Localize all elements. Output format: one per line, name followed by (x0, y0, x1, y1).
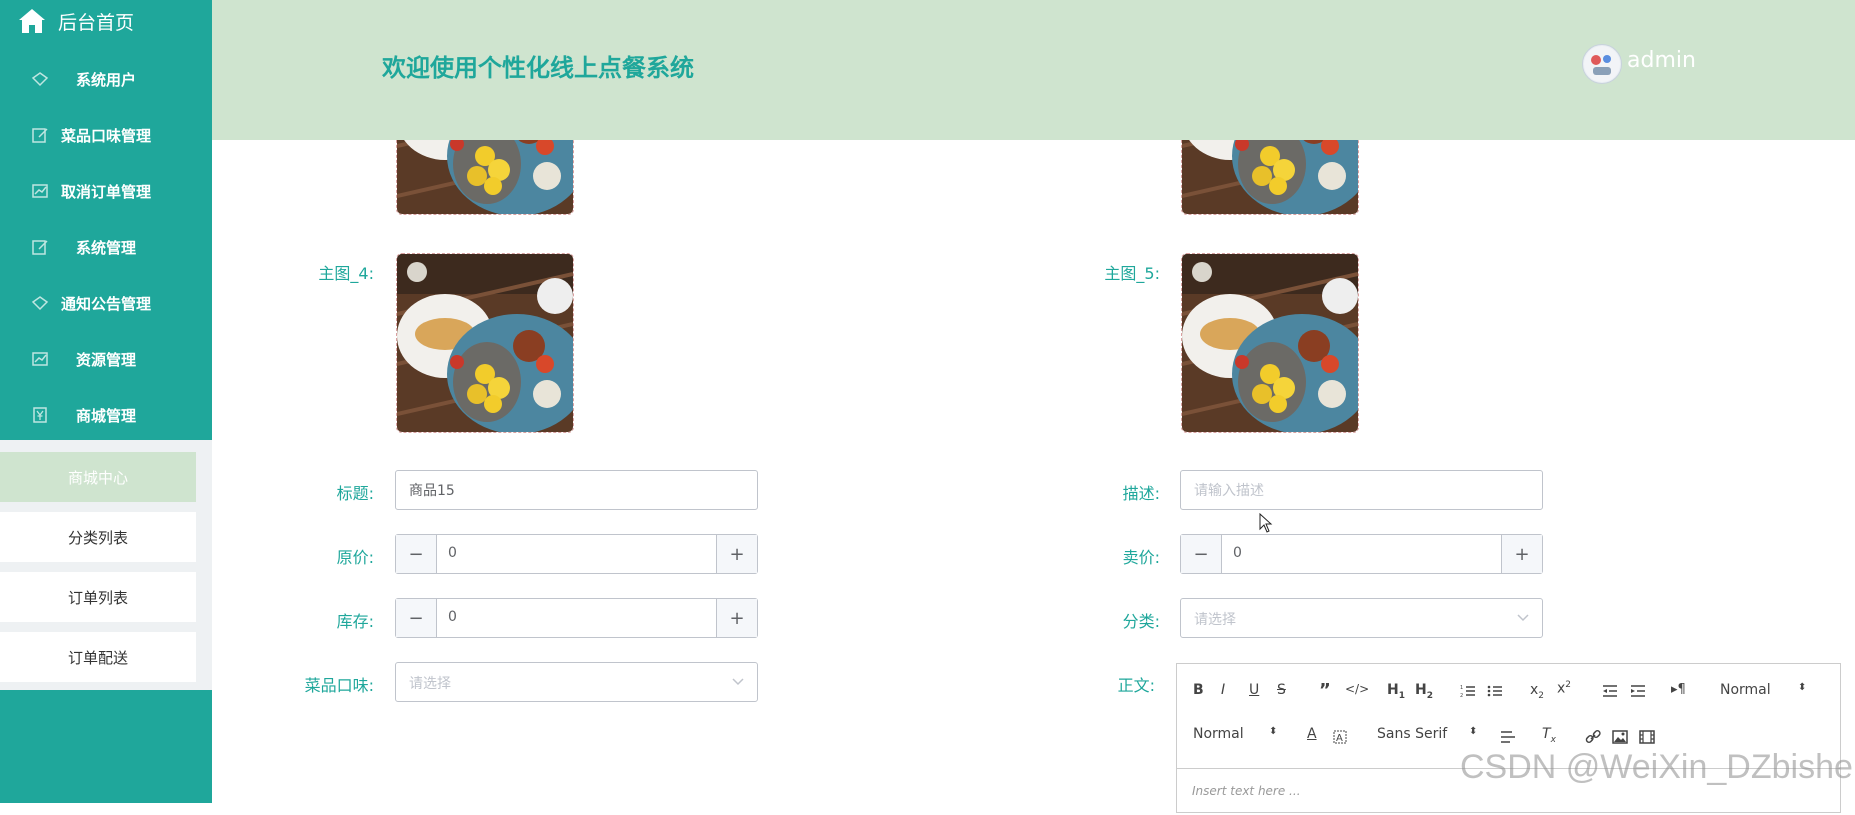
underline-button[interactable]: U (1249, 682, 1259, 698)
sale-price-label: 卖价: (1122, 548, 1160, 567)
video-icon[interactable] (1639, 730, 1655, 744)
watermark: CSDN @WeiXin_DZbishe (1460, 748, 1853, 786)
bullet-list-icon[interactable] (1487, 684, 1503, 698)
decrement-button[interactable]: − (1181, 535, 1222, 573)
increment-button[interactable]: + (716, 535, 757, 573)
user-avatar-icon (1584, 46, 1620, 82)
link-icon[interactable] (1585, 730, 1601, 744)
increment-button[interactable]: + (716, 599, 757, 637)
svg-text:2: 2 (1460, 693, 1463, 698)
sidebar-item-label: 通知公告管理 (60, 294, 151, 313)
editor-placeholder: Insert text here ... (1192, 784, 1301, 798)
sidebar-item-mall-management[interactable]: 商城管理 (0, 387, 212, 443)
clear-format-button[interactable]: Tx (1542, 726, 1556, 745)
avatar[interactable] (1582, 44, 1622, 84)
font-select-value: Sans Serif (1377, 726, 1448, 742)
sidebar-home-link[interactable]: 后台首页 (0, 0, 212, 42)
sidebar-item-label: 菜品口味管理 (60, 126, 151, 145)
sidebar-item-label: 系统管理 (75, 238, 136, 257)
main-image-4-label: 主图_4: (318, 264, 374, 283)
mouse-cursor-icon (1259, 513, 1273, 533)
category-placeholder: 请选择 (1194, 612, 1236, 628)
header-select-value: Normal (1720, 682, 1771, 698)
h2-button[interactable]: H2 (1415, 682, 1433, 701)
flavor-select[interactable]: 请选择 (395, 662, 758, 702)
content-label: 正文: (1117, 676, 1155, 695)
image-icon[interactable] (1612, 730, 1628, 744)
font-select[interactable]: Sans Serif ⬍ (1377, 726, 1477, 742)
main-image-5-label: 主图_5: (1104, 264, 1160, 283)
system-title: 欢迎使用个性化线上点餐系统 (382, 54, 694, 82)
sale-price-value: 0 (1233, 545, 1242, 561)
sidebar-item-resources[interactable]: 资源管理 (0, 331, 212, 387)
food-photo (1182, 254, 1358, 432)
description-input[interactable]: 请输入描述 (1180, 470, 1543, 510)
chevron-down-icon (732, 678, 744, 686)
submenu-item-mall-center[interactable]: 商城中心 (0, 452, 196, 502)
top-header: 欢迎使用个性化线上点餐系统 admin (212, 0, 1855, 140)
chevron-down-icon (1517, 614, 1529, 622)
size-select[interactable]: Normal ⬍ (1193, 726, 1277, 742)
sidebar-item-label: 资源管理 (75, 350, 136, 369)
background-color-icon[interactable]: A (1333, 730, 1347, 744)
flavor-placeholder: 请选择 (409, 676, 451, 692)
decrement-button[interactable]: − (396, 535, 437, 573)
text-direction-button[interactable]: ▸¶ (1671, 682, 1686, 697)
blockquote-button[interactable]: ” (1319, 680, 1331, 701)
sidebar-item-label: 系统用户 (75, 70, 136, 89)
sidebar-item-flavor-management[interactable]: 菜品口味管理 (0, 107, 212, 163)
align-icon[interactable] (1500, 730, 1516, 744)
original-price-value: 0 (448, 545, 457, 561)
rich-text-editor[interactable]: B I U S ” </> H1 H2 12 x2 x2 ▸¶ Normal ⬍ … (1176, 663, 1841, 813)
font-color-button[interactable]: A (1307, 726, 1317, 742)
submenu-item-order-list[interactable]: 订单列表 (0, 572, 196, 622)
subscript-button[interactable]: x2 (1530, 682, 1544, 701)
italic-button[interactable]: I (1221, 682, 1225, 698)
title-input[interactable]: 商品15 (395, 470, 758, 510)
food-photo (397, 254, 573, 432)
ordered-list-icon[interactable]: 12 (1460, 684, 1476, 698)
original-price-stepper[interactable]: − 0 + (395, 534, 758, 574)
code-block-button[interactable]: </> (1345, 682, 1369, 696)
home-icon (19, 9, 45, 33)
sidebar: 后台首页 系统用户 菜品口味管理 取消订单管理 系统管理 通知公告管理 资源管理… (0, 0, 212, 803)
sidebar-item-label: 取消订单管理 (60, 182, 151, 201)
stock-value: 0 (448, 609, 457, 625)
username[interactable]: admin (1627, 48, 1696, 73)
sidebar-item-system-users[interactable]: 系统用户 (0, 51, 212, 107)
indent-icon[interactable] (1630, 684, 1646, 698)
bold-button[interactable]: B (1193, 682, 1204, 698)
description-label: 描述: (1122, 484, 1160, 503)
superscript-button[interactable]: x2 (1557, 680, 1571, 697)
outdent-icon[interactable] (1602, 684, 1618, 698)
sidebar-submenu: 商城中心 分类列表 订单列表 订单配送 (0, 440, 212, 690)
category-select[interactable]: 请选择 (1180, 598, 1543, 638)
stock-stepper[interactable]: − 0 + (395, 598, 758, 638)
increment-button[interactable]: + (1501, 535, 1542, 573)
main-image-4-thumbnail[interactable] (396, 253, 574, 433)
sidebar-item-announcements[interactable]: 通知公告管理 (0, 275, 212, 331)
sale-price-stepper[interactable]: − 0 + (1180, 534, 1543, 574)
stock-label: 库存: (336, 612, 374, 631)
title-label: 标题: (336, 484, 374, 503)
size-select-value: Normal (1193, 726, 1244, 742)
sidebar-item-system-management[interactable]: 系统管理 (0, 219, 212, 275)
category-label: 分类: (1122, 612, 1160, 631)
svg-text:A: A (1336, 733, 1343, 744)
sidebar-home-label: 后台首页 (58, 11, 135, 34)
submenu-item-order-delivery[interactable]: 订单配送 (0, 632, 196, 682)
main-image-5-thumbnail[interactable] (1181, 253, 1359, 433)
sidebar-item-label: 商城管理 (75, 406, 136, 425)
h1-button[interactable]: H1 (1387, 682, 1405, 701)
original-price-label: 原价: (336, 548, 374, 567)
flavor-label: 菜品口味: (304, 676, 374, 695)
svg-text:1: 1 (1460, 685, 1463, 691)
decrement-button[interactable]: − (396, 599, 437, 637)
header-select[interactable]: Normal ⬍ (1720, 682, 1806, 698)
strike-button[interactable]: S (1277, 682, 1286, 698)
sidebar-item-cancel-orders[interactable]: 取消订单管理 (0, 163, 212, 219)
submenu-item-category-list[interactable]: 分类列表 (0, 512, 196, 562)
